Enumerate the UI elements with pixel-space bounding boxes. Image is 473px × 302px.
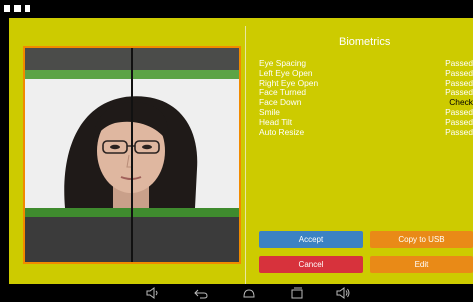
back-icon[interactable] (194, 287, 208, 299)
check-label: Right Eye Open (259, 77, 319, 88)
check-label: Face Down (259, 97, 302, 108)
check-label: Auto Resize (259, 126, 305, 137)
volume-down-icon[interactable] (146, 287, 160, 299)
biometrics-list: Eye Spacing Passed Left Eye Open Passed … (259, 58, 473, 138)
person-icon (4, 5, 10, 12)
copy-to-usb-button[interactable]: Copy to USB (370, 231, 473, 248)
navigation-bar (0, 284, 473, 302)
biometrics-title: Biometrics (339, 36, 391, 48)
check-row-auto-resize: Auto Resize Passed (259, 126, 473, 138)
home-icon[interactable] (242, 287, 256, 299)
image-icon (14, 5, 21, 12)
recent-apps-icon[interactable] (290, 287, 304, 299)
vertical-divider (245, 26, 246, 284)
check-label: Left Eye Open (259, 67, 313, 78)
check-row-face-down: Face Down Check (259, 97, 473, 108)
volume-up-icon[interactable] (336, 287, 350, 299)
sd-card-icon (25, 5, 30, 12)
status-bar (0, 0, 473, 18)
center-guide-line (131, 48, 133, 262)
check-label: Face Turned (259, 87, 307, 98)
edit-button[interactable]: Edit (370, 256, 473, 273)
cancel-button[interactable]: Cancel (259, 256, 363, 273)
accept-button[interactable]: Accept (259, 231, 363, 248)
check-status: Passed (445, 126, 473, 137)
check-label: Head Tilt (259, 116, 293, 127)
captured-photo (23, 46, 241, 264)
check-label: Eye Spacing (259, 58, 307, 68)
biometrics-screen: Biometrics Eye Spacing Passed Left Eye O… (9, 18, 473, 284)
check-label: Smile (259, 106, 280, 117)
